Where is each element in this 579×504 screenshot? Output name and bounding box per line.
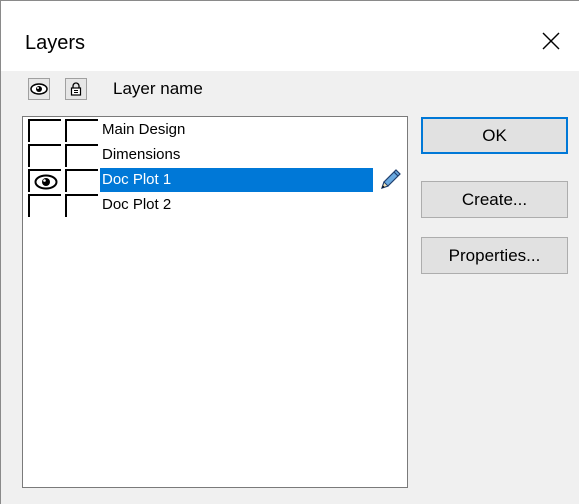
layer-row[interactable]: Main Design xyxy=(23,117,407,142)
lock-icon xyxy=(70,82,82,96)
pencil-icon xyxy=(381,169,401,189)
close-button[interactable] xyxy=(531,21,571,61)
create-button[interactable]: Create... xyxy=(421,181,568,218)
layer-row[interactable]: Dimensions xyxy=(23,142,407,167)
layer-name[interactable]: Main Design xyxy=(100,118,373,142)
layer-lock-checkbox[interactable] xyxy=(65,194,98,217)
ok-button[interactable]: OK xyxy=(421,117,568,154)
layers-list[interactable]: Main Design Dimensions Doc Plot 1 Doc Pl… xyxy=(22,116,408,488)
layer-visibility-checkbox[interactable] xyxy=(28,119,61,142)
layer-visibility-checkbox[interactable] xyxy=(28,169,61,192)
eye-icon xyxy=(34,174,57,189)
properties-button[interactable]: Properties... xyxy=(421,237,568,274)
eye-icon xyxy=(30,83,48,95)
layer-row[interactable]: Doc Plot 2 xyxy=(23,192,407,217)
layer-visibility-checkbox[interactable] xyxy=(28,144,61,167)
close-icon xyxy=(542,32,560,50)
layer-lock-checkbox[interactable] xyxy=(65,144,98,167)
layer-row-selected[interactable]: Doc Plot 1 xyxy=(23,167,407,192)
layer-name[interactable]: Doc Plot 1 xyxy=(100,168,373,192)
layer-name[interactable]: Dimensions xyxy=(100,143,373,167)
layer-name[interactable]: Doc Plot 2 xyxy=(100,193,373,217)
layer-lock-checkbox[interactable] xyxy=(65,119,98,142)
layer-name-column-header: Layer name xyxy=(113,79,203,98)
visibility-column-button[interactable] xyxy=(28,78,50,100)
layer-lock-checkbox[interactable] xyxy=(65,169,98,192)
layer-visibility-checkbox[interactable] xyxy=(28,194,61,217)
layers-dialog: Layers Layer name Main Design Dimensions… xyxy=(0,0,579,504)
lock-column-button[interactable] xyxy=(65,78,87,100)
dialog-title: Layers xyxy=(25,32,86,54)
title-bar: Layers xyxy=(1,1,579,71)
